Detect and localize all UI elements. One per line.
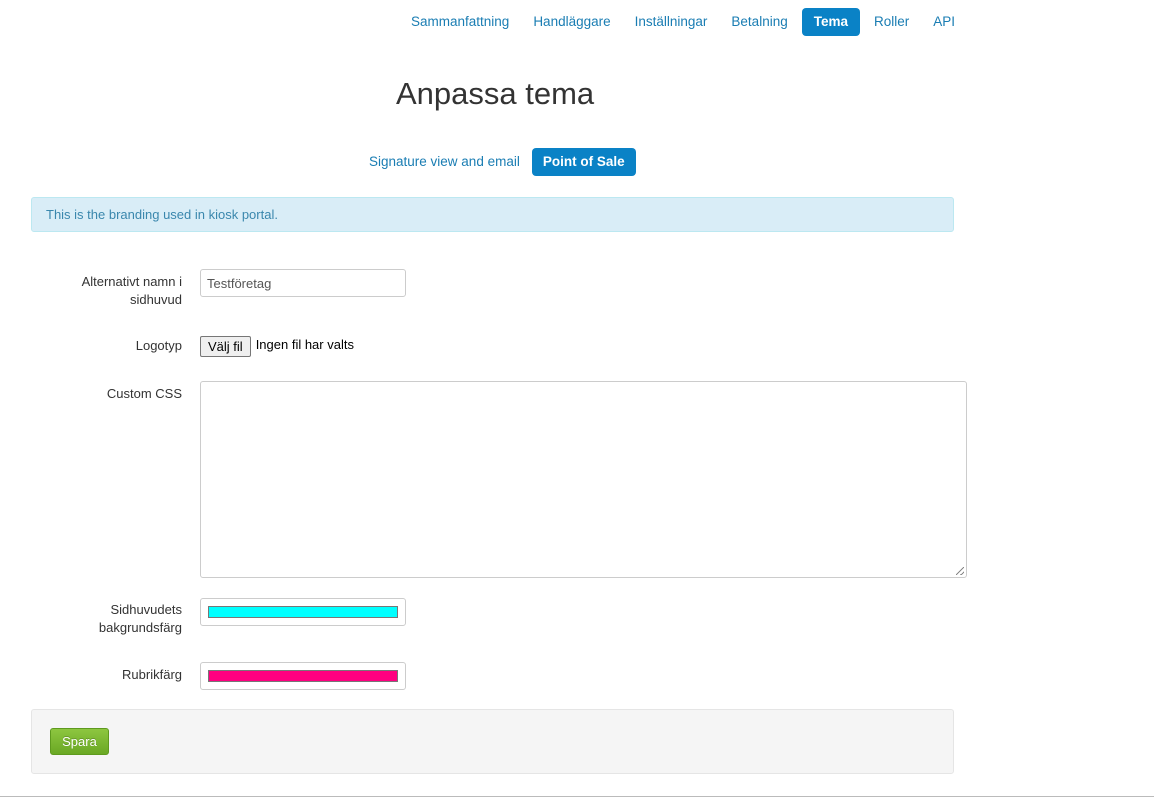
resize-grip-icon[interactable] (956, 567, 964, 575)
page-title: Anpassa tema (396, 76, 595, 111)
custom-css-textarea[interactable] (200, 381, 967, 578)
heading-color-picker[interactable] (200, 662, 406, 690)
bottom-divider (0, 796, 1154, 797)
main-nav: Sammanfattning Handläggare Inställningar… (399, 8, 967, 36)
tab-signature-view[interactable]: Signature view and email (358, 148, 531, 176)
nav-item-tema[interactable]: Tema (801, 8, 860, 36)
choose-file-button[interactable]: Välj fil (200, 336, 251, 357)
form-actions: Spara (31, 709, 954, 774)
save-button[interactable]: Spara (50, 728, 109, 755)
logo-label: Logotyp (135, 338, 182, 353)
file-status-text: Ingen fil har valts (255, 336, 354, 352)
nav-item-installningar[interactable]: Inställningar (623, 8, 720, 36)
nav-item-api[interactable]: API (921, 8, 967, 36)
header-bg-color-picker[interactable] (200, 598, 406, 626)
info-alert: This is the branding used in kiosk porta… (31, 197, 954, 232)
theme-sub-nav: Signature view and email Point of Sale (358, 148, 636, 176)
alt-name-input[interactable] (200, 269, 406, 297)
header-bg-color-swatch (208, 606, 398, 618)
nav-item-sammanfattning[interactable]: Sammanfattning (399, 8, 521, 36)
alt-name-label: Alternativt namn i sidhuvud (81, 274, 182, 307)
heading-color-swatch (208, 670, 398, 682)
logo-file-picker: Välj fil Ingen fil har valts (200, 336, 354, 357)
header-bg-color-label: Sidhuvudets bakgrundsfärg (98, 602, 182, 635)
nav-item-betalning[interactable]: Betalning (719, 8, 799, 36)
custom-css-label: Custom CSS (106, 386, 182, 401)
theme-settings-page: Sammanfattning Handläggare Inställningar… (0, 0, 1154, 806)
nav-item-roller[interactable]: Roller (862, 8, 921, 36)
heading-color-label: Rubrikfärg (122, 667, 182, 682)
nav-item-handlaggare[interactable]: Handläggare (521, 8, 622, 36)
tab-point-of-sale[interactable]: Point of Sale (531, 148, 636, 176)
